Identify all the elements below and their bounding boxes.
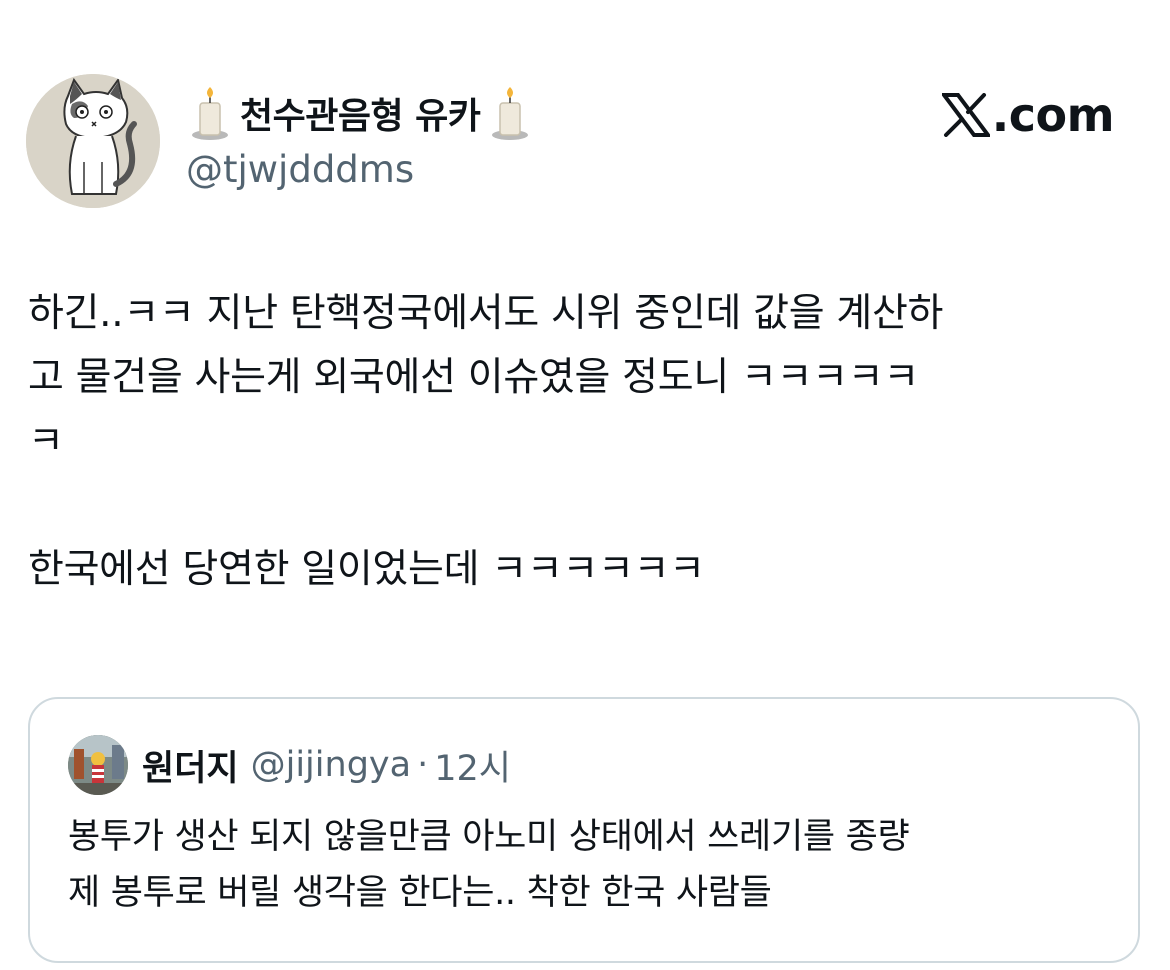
quoted-tweet-header: 원더지 @jijingya · 12시 [68,735,511,795]
brand-logo: .com [941,88,1115,142]
author-handle[interactable]: @tjwjdddms [186,148,414,191]
quoted-line: 제 봉투로 버릴 생각을 한다는.. 착한 한국 사람들 [68,873,772,913]
quoted-author-avatar[interactable] [68,735,128,795]
quoted-tweet-text: 봉투가 생산 되지 않을만큼 아노미 상태에서 쓰레기를 종량 제 봉투로 버릴… [68,809,1108,921]
tweet-header: 천수관음형 유카 @tjwjdddms .com [26,74,1144,208]
quoted-author-handle[interactable]: @jijingya [251,745,411,785]
quoted-author-name: 원더지 [142,748,239,789]
author-name-row[interactable]: 천수관음형 유카 [188,84,532,142]
photo-avatar-icon [68,735,128,795]
cat-drawing-icon [26,74,160,208]
author-avatar[interactable] [26,74,160,208]
tweet-line: 하긴..ㅋㅋ 지난 탄핵정국에서도 시위 중인데 값을 계산하 [28,291,944,336]
quoted-timestamp[interactable]: 12시 [434,740,511,791]
candle-icon [192,87,228,140]
candle-icon [492,87,529,140]
separator-dot: · [417,745,429,785]
tweet-line: 한국에선 당연한 일이었는데 ㅋㅋㅋㅋㅋㅋ [28,547,705,592]
tweet-line: ㅋ [28,419,64,464]
x-logo-icon [941,93,990,137]
tweet-text: 하긴..ㅋㅋ 지난 탄핵정국에서도 시위 중인데 값을 계산하 고 물건을 사는… [28,282,1148,602]
author-display-name: 천수관음형 유카 [240,96,481,137]
quoted-line: 봉투가 생산 되지 않을만큼 아노미 상태에서 쓰레기를 종량 [68,817,910,857]
tweet-line: 고 물건을 사는게 외국에선 이슈였을 정도니 ㅋㅋㅋㅋㅋ [28,355,919,400]
brand-text: .com [991,88,1115,142]
quoted-tweet[interactable]: 원더지 @jijingya · 12시 봉투가 생산 되지 않을만큼 아노미 상… [28,697,1140,963]
